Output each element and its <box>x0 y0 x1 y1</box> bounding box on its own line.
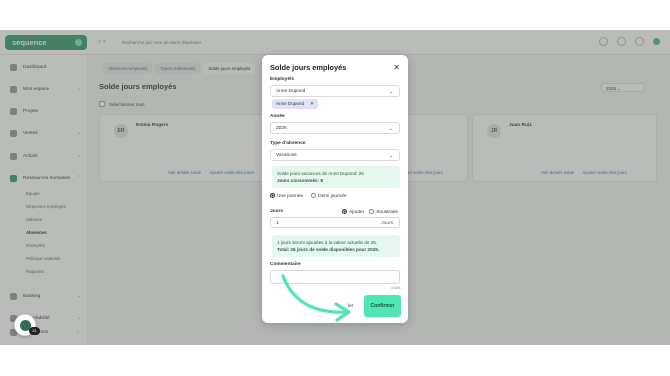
total-info: 1 jours seront ajoutées à la valeur actu… <box>272 235 400 257</box>
absence-type-label: Type d'absence <box>270 141 306 146</box>
radio-button[interactable] <box>342 209 347 214</box>
radio-label: Demi journée <box>318 193 347 199</box>
confirm-button[interactable]: Confirmer <box>364 295 401 317</box>
balance-modal: Solde jours employés ✕ Employé/s Anne Du… <box>262 55 408 323</box>
radio-label: Ajouter <box>349 209 365 215</box>
comment-textarea[interactable] <box>270 270 400 284</box>
days-input[interactable]: 1 Jours <box>270 217 400 228</box>
assistant-badge[interactable]: 21 <box>14 314 40 336</box>
radio-button[interactable] <box>311 193 317 198</box>
radio-half-day[interactable]: Demi journée <box>311 193 347 199</box>
employee-label: Employé/s <box>270 77 294 82</box>
days-label: Jours <box>270 209 284 214</box>
close-icon[interactable]: ✕ <box>393 63 400 72</box>
balance-info: Solde jours vacances de Anne Dupond: 25 … <box>272 166 400 188</box>
operation-radio-group: Ajouter Soustraire <box>342 209 398 215</box>
radio-full-day[interactable]: Une journée <box>270 193 303 199</box>
year-select[interactable]: 2025 ⌄ <box>270 122 400 134</box>
chevron-down-icon: ⌄ <box>388 89 393 95</box>
chevron-down-icon: ⌄ <box>388 153 393 159</box>
employee-select[interactable]: Anne Dupond ⌄ <box>270 85 400 97</box>
chip-remove-icon[interactable]: ✕ <box>310 101 314 106</box>
absence-type-value: Vacances <box>276 153 297 158</box>
employee-select-value: Anne Dupond <box>276 89 306 94</box>
total-info-line: 1 jours seront ajoutées à la valeur actu… <box>277 240 378 245</box>
absence-type-select[interactable]: Vacances ⌄ <box>270 149 400 161</box>
employee-chip: Anne Dupond ✕ <box>272 99 318 109</box>
balance-info-line: Solde jours vacances de Anne Dupond: 25 <box>277 171 364 176</box>
radio-button[interactable] <box>369 209 375 214</box>
chip-label: Anne Dupond <box>276 101 305 106</box>
radio-add[interactable]: Ajouter <box>342 209 364 215</box>
year-label: Année <box>270 114 285 119</box>
comment-label: Commentaire <box>270 262 301 267</box>
days-unit: Jours <box>381 221 393 226</box>
modal-title: Solde jours employés <box>270 63 347 72</box>
duration-radio-group: Une journée Demi journée <box>270 193 347 199</box>
year-select-value: 2025 <box>276 126 287 131</box>
radio-subtract[interactable]: Soustraire <box>369 209 398 215</box>
notification-count: 21 <box>29 327 40 335</box>
total-days: Total: 26 jours de solde disponibles pou… <box>277 247 380 252</box>
radio-label: Une journée <box>277 193 304 199</box>
consumed-days: Jours consommés: 8 <box>277 178 323 183</box>
radio-label: Soustraire <box>376 209 399 215</box>
cancel-button[interactable]: ler <box>348 304 353 309</box>
radio-button[interactable] <box>270 193 275 198</box>
char-counter: 0/300 <box>390 286 400 290</box>
chevron-down-icon: ⌄ <box>388 126 393 132</box>
days-value: 1 <box>276 221 279 226</box>
